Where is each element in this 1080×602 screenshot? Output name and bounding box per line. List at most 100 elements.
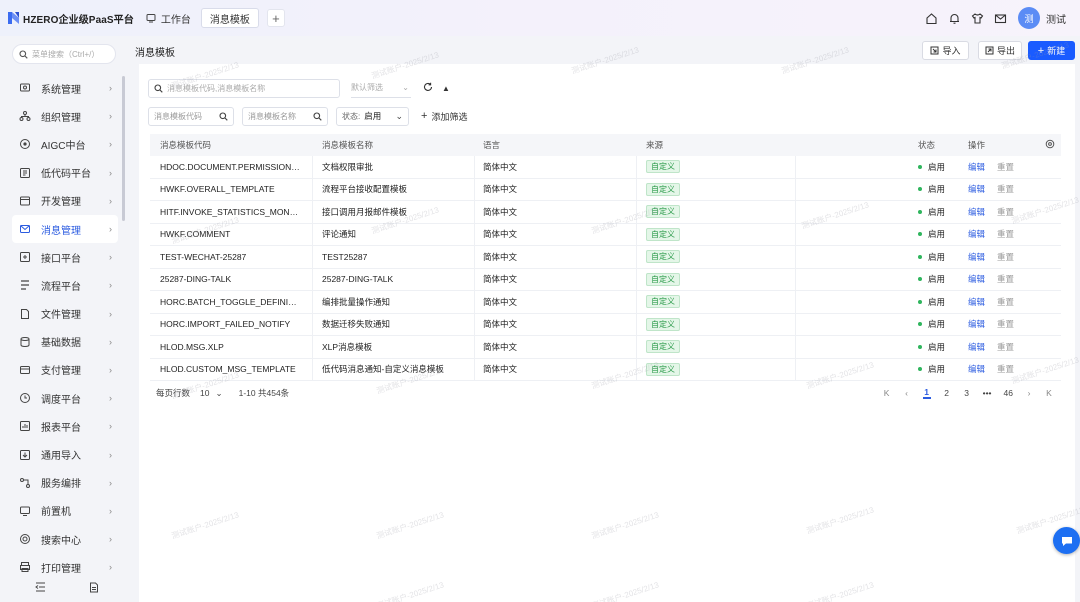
- header-source[interactable]: 来源: [646, 139, 663, 151]
- edit-link[interactable]: 编辑: [968, 341, 985, 353]
- reset-link[interactable]: 重置: [997, 363, 1014, 375]
- page-3[interactable]: 3: [963, 388, 971, 398]
- bell-icon[interactable]: [947, 11, 961, 25]
- reset-link[interactable]: 重置: [997, 161, 1014, 173]
- sidebar-item-pay[interactable]: 支付管理 ›: [12, 356, 118, 384]
- reset-link[interactable]: 重置: [997, 273, 1014, 285]
- status-text: 启用: [928, 229, 946, 240]
- page-2[interactable]: 2: [943, 388, 951, 398]
- prev-page-icon[interactable]: ‹: [903, 388, 911, 398]
- sidebar-item-lowcode[interactable]: 低代码平台 ›: [12, 159, 118, 187]
- shirt-icon[interactable]: [970, 11, 984, 25]
- first-page-icon[interactable]: K: [883, 388, 891, 398]
- edit-link[interactable]: 编辑: [968, 273, 985, 285]
- home-icon[interactable]: [924, 11, 938, 25]
- page-size-select[interactable]: 10 ⌄: [200, 388, 223, 399]
- export-button[interactable]: 导出: [978, 41, 1022, 60]
- preset-filter-select[interactable]: 默认筛选 ⌄: [351, 79, 411, 98]
- edit-link[interactable]: 编辑: [968, 206, 985, 218]
- page-ellipsis[interactable]: •••: [983, 388, 992, 398]
- tab-message-template[interactable]: 消息模板: [200, 8, 259, 28]
- sidebar-item-file[interactable]: 文件管理 ›: [12, 300, 118, 328]
- sidebar-item-data[interactable]: 基础数据 ›: [12, 328, 118, 356]
- reset-link[interactable]: 重置: [997, 318, 1014, 330]
- edit-link[interactable]: 编辑: [968, 318, 985, 330]
- edit-link[interactable]: 编辑: [968, 228, 985, 240]
- table-row[interactable]: 25287-DING-TALK 25287-DING-TALK 简体中文 自定义 启用 编…: [150, 268, 1061, 291]
- table-row[interactable]: HITF.INVOKE_STATISTICS_MONT... 接口调用月报邮件模板…: [150, 201, 1061, 224]
- table-row[interactable]: HLOD.MSG.XLP XLP消息模板 简体中文 自定义 启用 编辑 重置: [150, 336, 1061, 359]
- name-filter-input[interactable]: 消息模板名称: [242, 106, 328, 126]
- next-page-icon[interactable]: ›: [1025, 388, 1033, 398]
- sidebar-item-system[interactable]: 系统管理 ›: [12, 74, 118, 102]
- edit-link[interactable]: 编辑: [968, 183, 985, 195]
- avatar[interactable]: 测: [1018, 7, 1040, 29]
- edit-link[interactable]: 编辑: [968, 296, 985, 308]
- table-row[interactable]: HLOD.CUSTOM_MSG_TEMPLATE 低代码消息通知-自定义消息模板 简…: [150, 358, 1061, 381]
- sidebar-item-report[interactable]: 报表平台 ›: [12, 412, 118, 440]
- collapse-up-icon[interactable]: ▲: [442, 84, 450, 93]
- column-divider: [312, 156, 313, 178]
- sidebar-item-label: 报表平台: [41, 422, 81, 434]
- add-filter-button[interactable]: + 添加筛选: [421, 110, 467, 123]
- reset-link[interactable]: 重置: [997, 341, 1014, 353]
- edit-link[interactable]: 编辑: [968, 251, 985, 263]
- header-status[interactable]: 状态: [918, 139, 935, 151]
- tab-workbench[interactable]: 工作台: [140, 8, 197, 28]
- template-search-input[interactable]: 消息模板代码,消息模板名称: [148, 78, 340, 98]
- import-label: 导入: [942, 46, 961, 56]
- assistant-float-button[interactable]: [1053, 527, 1080, 554]
- cell-name: XLP消息模板: [322, 341, 373, 352]
- sidebar-item-message[interactable]: 消息管理 ›: [12, 214, 118, 244]
- table-row[interactable]: HWKF.COMMENT 评论通知 简体中文 自定义 启用 编辑 重置: [150, 223, 1061, 246]
- mail-icon[interactable]: [993, 11, 1007, 25]
- header-code[interactable]: 消息模板代码: [160, 139, 300, 151]
- sidebar-item-label: 文件管理: [41, 310, 81, 322]
- sidebar-item-import[interactable]: 通用导入 ›: [12, 440, 118, 468]
- add-tab-button[interactable]: +: [266, 9, 285, 27]
- sidebar-item-org[interactable]: 组织管理 ›: [12, 102, 118, 130]
- status-filter-select[interactable]: 状态: 启用 ⌄: [336, 106, 409, 126]
- reset-link[interactable]: 重置: [997, 228, 1014, 240]
- reset-link[interactable]: 重置: [997, 296, 1014, 308]
- page-range: 1-10 共454条: [238, 388, 290, 398]
- page-1[interactable]: 1: [922, 387, 931, 399]
- collapse-menu-icon[interactable]: [35, 582, 46, 594]
- import-button[interactable]: 导入: [922, 41, 969, 60]
- reset-link[interactable]: 重置: [997, 183, 1014, 195]
- new-button[interactable]: + 新建: [1028, 41, 1075, 60]
- edit-link[interactable]: 编辑: [968, 363, 985, 375]
- app-title: HZERO企业级PaaS平台: [23, 14, 134, 26]
- sidebar-item-flow[interactable]: 流程平台 ›: [12, 271, 118, 299]
- table-row[interactable]: HORC.BATCH_TOGGLE_DEFINITI... 编排批量操作通知 简体中…: [150, 291, 1061, 314]
- edit-link[interactable]: 编辑: [968, 161, 985, 173]
- sidebar-item-frontend[interactable]: 前置机 ›: [12, 497, 118, 525]
- user-name[interactable]: 测试: [1046, 11, 1066, 26]
- sidebar-item-ai[interactable]: AIGC中台 ›: [12, 130, 118, 158]
- sidebar-scrollbar[interactable]: [122, 76, 125, 221]
- sidebar-item-search-center[interactable]: 搜索中心 ›: [12, 525, 118, 553]
- page-last[interactable]: 46: [1004, 388, 1013, 398]
- reset-link[interactable]: 重置: [997, 206, 1014, 218]
- table-row[interactable]: HDOC.DOCUMENT.PERMISSION_... 文档权限审批 简体中文 自定…: [150, 156, 1061, 179]
- app-logo[interactable]: HZERO企业级PaaS平台: [8, 0, 134, 36]
- status-text: 启用: [928, 364, 946, 375]
- code-filter-input[interactable]: 消息模板代码: [148, 106, 234, 126]
- sidebar-item-dev[interactable]: 开发管理 ›: [12, 187, 118, 215]
- reset-link[interactable]: 重置: [997, 251, 1014, 263]
- header-name[interactable]: 消息模板名称: [322, 139, 477, 151]
- refresh-icon[interactable]: [423, 82, 433, 94]
- chevron-right-icon: ›: [109, 477, 112, 488]
- sidebar-item-orchestrate[interactable]: 服务编排 ›: [12, 469, 118, 497]
- table-row[interactable]: HWKF.OVERALL_TEMPLATE 流程平台接收配置模板 简体中文 自定义 启用…: [150, 178, 1061, 201]
- sidebar-item-api[interactable]: 接口平台 ›: [12, 243, 118, 271]
- header-language[interactable]: 语言: [483, 139, 500, 151]
- column-settings-icon[interactable]: [1045, 139, 1055, 151]
- sidebar-item-schedule[interactable]: 调度平台 ›: [12, 384, 118, 412]
- last-page-icon[interactable]: K: [1045, 388, 1053, 398]
- document-icon[interactable]: [89, 582, 99, 595]
- column-divider: [474, 291, 475, 313]
- menu-search-input[interactable]: 菜单搜索（Ctrl+/）: [12, 44, 116, 64]
- table-row[interactable]: TEST-WECHAT-25287 TEST25287 简体中文 自定义 启用 编辑 重置: [150, 246, 1061, 269]
- table-row[interactable]: HORC.IMPORT_FAILED_NOTIFY 数据迁移失败通知 简体中文 自定义…: [150, 313, 1061, 336]
